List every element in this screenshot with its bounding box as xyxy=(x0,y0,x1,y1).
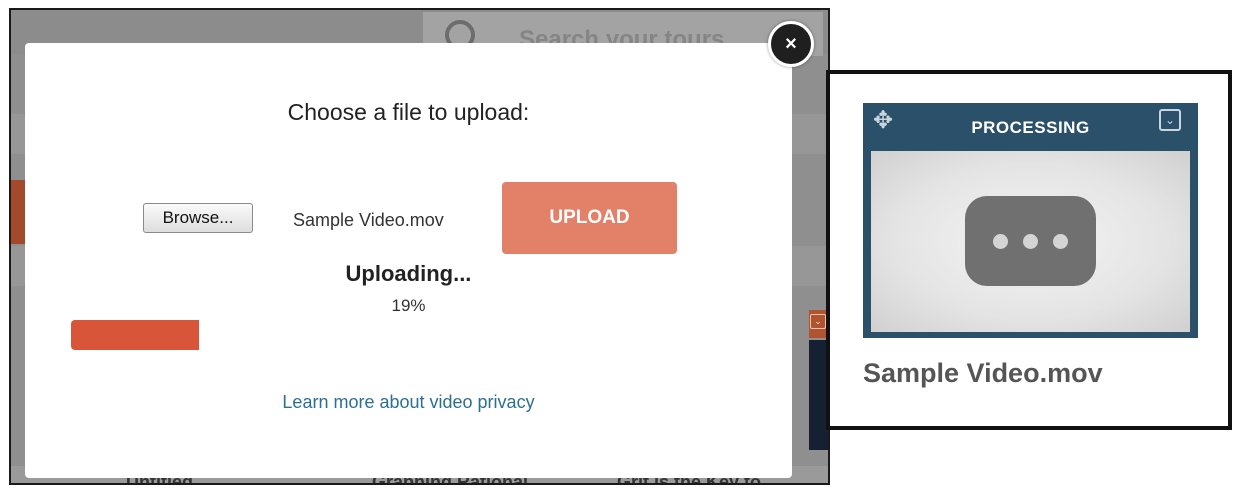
upload-button[interactable]: UPLOAD xyxy=(502,182,677,254)
progress-fill xyxy=(71,320,200,350)
card-header: ✥ PROCESSING ⌄ xyxy=(863,103,1198,149)
upload-dialog: Choose a file to upload: Browse... Sampl… xyxy=(25,43,792,478)
chevron-down-icon[interactable]: ⌄ xyxy=(1159,109,1181,131)
card-status-label: PROCESSING xyxy=(971,118,1090,137)
upload-percent: 19% xyxy=(391,296,426,315)
dot xyxy=(993,233,1008,249)
upload-screenshot: Search your tours ⌄ Untitled Graphing Ra… xyxy=(9,8,830,485)
selected-file-name: Sample Video.mov xyxy=(293,210,444,230)
upload-progress-bar xyxy=(71,320,746,350)
upload-status: Uploading... xyxy=(345,261,472,286)
processing-screenshot: ✥ PROCESSING ⌄ Sample Video.mov xyxy=(826,70,1232,430)
dot xyxy=(1023,233,1038,249)
video-card: ✥ PROCESSING ⌄ xyxy=(863,103,1198,338)
dialog-title: Choose a file to upload: xyxy=(287,99,530,125)
video-thumbnail xyxy=(871,151,1190,332)
browse-button[interactable]: Browse... xyxy=(143,203,253,233)
video-privacy-link[interactable]: Learn more about video privacy xyxy=(25,392,792,413)
close-icon[interactable]: × xyxy=(768,21,814,67)
processing-icon xyxy=(965,196,1096,286)
background-tab xyxy=(11,180,25,244)
chevron-down-icon: ⌄ xyxy=(810,314,826,329)
card-file-name: Sample Video.mov xyxy=(863,358,1103,388)
dot xyxy=(1053,233,1068,249)
